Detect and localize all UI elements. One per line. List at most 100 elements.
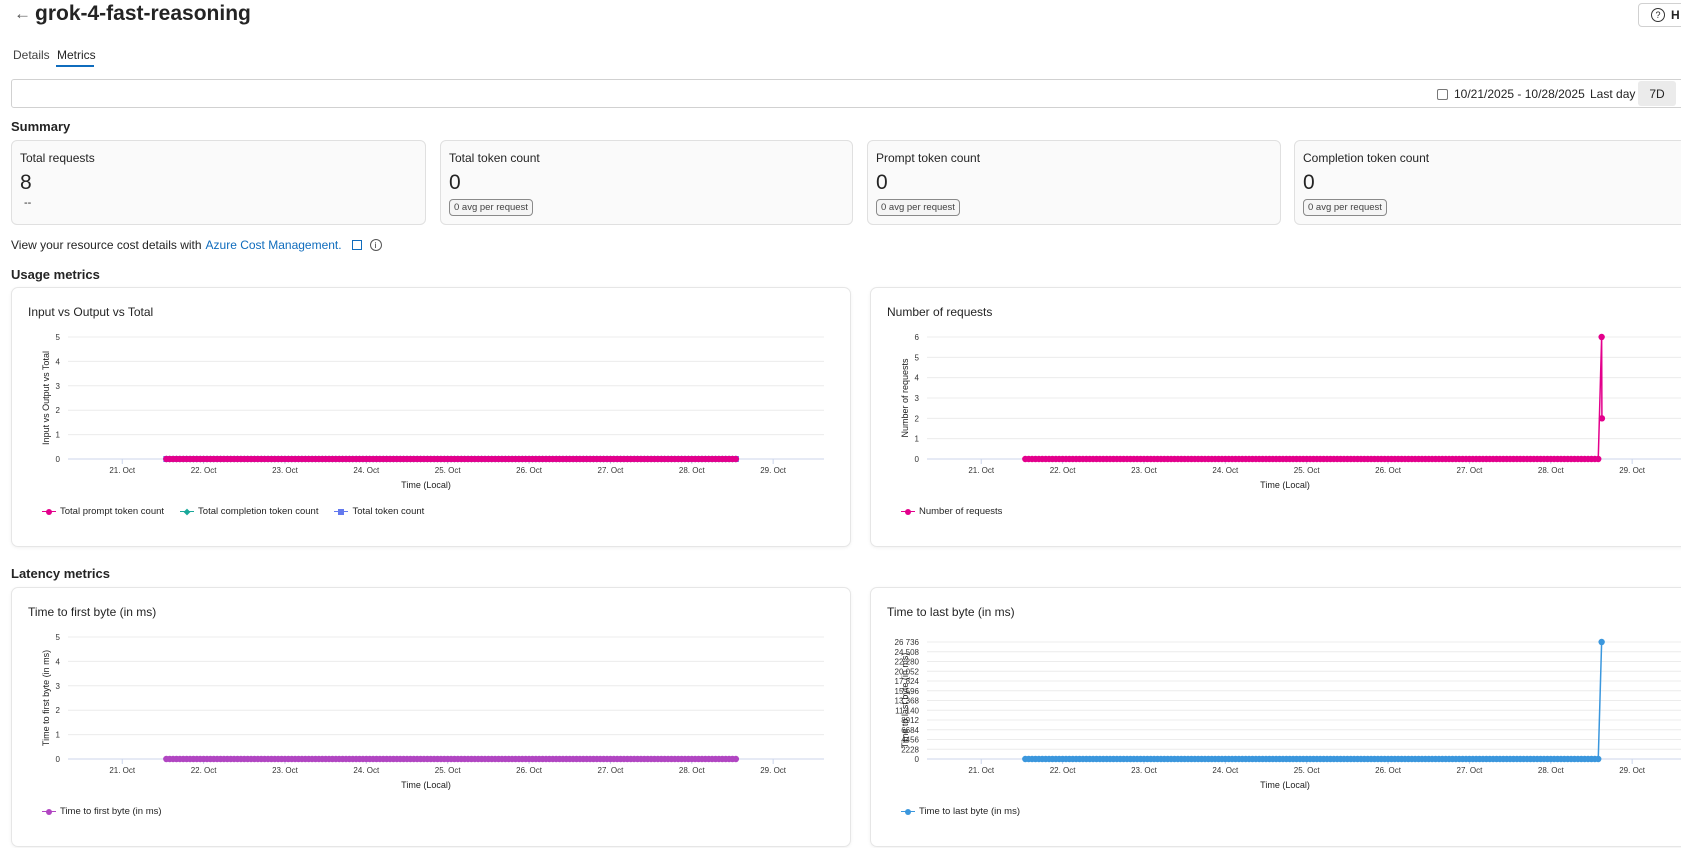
y-tick-label: 5 bbox=[915, 353, 920, 362]
legend-label: Number of requests bbox=[919, 506, 1003, 517]
x-tick-label: 28. Oct bbox=[1538, 766, 1565, 775]
y-tick-label: 1 bbox=[915, 435, 920, 444]
last-day-button[interactable]: Last day bbox=[1590, 87, 1635, 101]
help-label: H bbox=[1671, 8, 1680, 22]
legend-label: Time to first byte (in ms) bbox=[60, 806, 162, 817]
y-tick-label: 3 bbox=[56, 682, 61, 691]
card-label: Total token count bbox=[449, 151, 540, 165]
chart-card-number-of-requests: Number of requests 0 1 2 3 4 5 6 21. Oct 22. Oct 2… bbox=[870, 287, 1681, 547]
y-tick-label: 5 bbox=[56, 333, 61, 342]
back-arrow-icon[interactable]: ← bbox=[14, 4, 31, 24]
circle-marker-icon bbox=[42, 808, 56, 816]
data-point[interactable] bbox=[732, 455, 740, 463]
data-point[interactable] bbox=[1598, 415, 1606, 422]
chart-card-time-to-first-byte: Time to first byte (in ms) 0 1 2 3 4 5 21. Oct 2… bbox=[11, 587, 851, 847]
avg-badge: 0 avg per request bbox=[449, 199, 533, 216]
data-point[interactable] bbox=[1595, 755, 1602, 763]
data-point[interactable] bbox=[1595, 455, 1602, 463]
y-tick-label: 0 bbox=[56, 455, 61, 464]
avg-badge: 0 avg per request bbox=[876, 199, 960, 216]
series-time-to-first-byte-in-ms- bbox=[163, 755, 740, 763]
y-tick-label: 3 bbox=[56, 382, 61, 391]
x-axis-title: Time (Local) bbox=[401, 780, 451, 790]
page-title: grok-4-fast-reasoning bbox=[35, 2, 251, 25]
x-tick-label: 25. Oct bbox=[1294, 766, 1321, 775]
y-tick-label: 26 736 bbox=[895, 638, 920, 647]
y-tick-label: 4 bbox=[915, 374, 920, 383]
x-tick-label: 22. Oct bbox=[191, 766, 218, 775]
x-tick-label: 24. Oct bbox=[353, 766, 380, 775]
y-tick-label: 1 bbox=[56, 431, 61, 440]
help-button[interactable]: ? H bbox=[1638, 3, 1681, 27]
y-tick-label: 4 bbox=[56, 657, 61, 666]
y-tick-label: 0 bbox=[915, 455, 920, 464]
x-tick-label: 22. Oct bbox=[1050, 466, 1077, 475]
circle-marker-icon bbox=[901, 508, 915, 516]
seven-day-button[interactable]: 7D bbox=[1638, 81, 1676, 106]
x-tick-label: 26. Oct bbox=[1375, 766, 1402, 775]
external-link-icon[interactable] bbox=[351, 240, 362, 250]
x-tick-label: 24. Oct bbox=[1212, 466, 1239, 475]
x-tick-label: 25. Oct bbox=[1294, 466, 1321, 475]
x-tick-label: 24. Oct bbox=[353, 466, 380, 475]
legend-item[interactable]: Total token count bbox=[334, 506, 424, 517]
legend-item[interactable]: Time to first byte (in ms) bbox=[42, 806, 162, 817]
card-value: 0 bbox=[876, 171, 888, 194]
circle-marker-icon bbox=[901, 808, 915, 816]
chart-legend: Total prompt token count Total completion… bbox=[42, 506, 424, 517]
filter-bar bbox=[11, 79, 1681, 108]
x-axis-title: Time (Local) bbox=[401, 480, 451, 490]
date-range-text: 10/21/2025 - 10/28/2025 bbox=[1454, 87, 1585, 101]
summary-card-total-token-count: Total token count 0 0 avg per request bbox=[440, 140, 853, 225]
series-total-prompt-token-count bbox=[163, 455, 740, 463]
info-icon[interactable]: i bbox=[369, 239, 382, 251]
x-axis-title: Time (Local) bbox=[1260, 480, 1310, 490]
tab-details[interactable]: Details bbox=[13, 48, 50, 62]
cost-details-line: View your resource cost details with Azu… bbox=[11, 238, 382, 252]
x-tick-label: 21. Oct bbox=[968, 766, 995, 775]
x-tick-label: 26. Oct bbox=[516, 766, 543, 775]
legend-item[interactable]: Time to last byte (in ms) bbox=[901, 806, 1020, 817]
legend-label: Time to last byte (in ms) bbox=[919, 806, 1021, 817]
tab-metrics[interactable]: Metrics bbox=[57, 48, 96, 62]
x-tick-label: 23. Oct bbox=[272, 766, 299, 775]
data-point[interactable] bbox=[1598, 333, 1605, 341]
question-icon: ? bbox=[1651, 8, 1665, 22]
data-point[interactable] bbox=[732, 755, 740, 763]
avg-badge: 0 avg per request bbox=[1303, 199, 1387, 216]
data-point[interactable] bbox=[1598, 638, 1605, 646]
chart-card-time-to-last-byte: Time to last byte (in ms) 0 2228 4456 6684 89… bbox=[870, 587, 1681, 847]
date-range-picker[interactable]: 10/21/2025 - 10/28/2025 bbox=[1437, 87, 1585, 101]
x-axis-title: Time (Local) bbox=[1260, 780, 1310, 790]
legend-item[interactable]: Total completion token count bbox=[180, 506, 318, 517]
legend-label: Total completion token count bbox=[198, 506, 319, 517]
y-tick-label: 2 bbox=[56, 406, 61, 415]
x-tick-label: 29. Oct bbox=[760, 766, 787, 775]
card-label: Total requests bbox=[20, 151, 95, 165]
x-tick-label: 25. Oct bbox=[435, 766, 462, 775]
azure-cost-management-link[interactable]: Azure Cost Management. bbox=[206, 238, 342, 252]
legend-item[interactable]: Number of requests bbox=[901, 506, 1002, 517]
latency-metrics-heading: Latency metrics bbox=[11, 566, 110, 581]
legend-item[interactable]: Total prompt token count bbox=[42, 506, 164, 517]
y-tick-label: 3 bbox=[915, 394, 920, 403]
y-axis-title: Time to first byte (in ms) bbox=[41, 650, 51, 746]
active-tab-indicator bbox=[56, 65, 94, 67]
summary-card-completion-token-count: Completion token count 0 0 avg per reque… bbox=[1294, 140, 1681, 225]
x-tick-label: 24. Oct bbox=[1212, 766, 1239, 775]
y-tick-label: 4 bbox=[56, 357, 61, 366]
summary-card-prompt-token-count: Prompt token count 0 0 avg per request bbox=[867, 140, 1281, 225]
x-tick-label: 23. Oct bbox=[1131, 466, 1158, 475]
card-label: Prompt token count bbox=[876, 151, 981, 165]
chart-legend: Number of requests bbox=[901, 506, 1002, 517]
x-tick-label: 25. Oct bbox=[435, 466, 462, 475]
x-tick-label: 27. Oct bbox=[1457, 766, 1484, 775]
y-axis-title: Number of requests bbox=[900, 358, 910, 438]
summary-card-total-requests: Total requests 8 -- bbox=[11, 140, 426, 225]
x-tick-label: 29. Oct bbox=[1619, 766, 1646, 775]
y-tick-label: 0 bbox=[56, 755, 61, 764]
y-axis-title: Time to last byte (in ms) bbox=[900, 653, 910, 749]
chart-legend: Time to first byte (in ms) bbox=[42, 806, 162, 817]
y-tick-label: 2 bbox=[915, 414, 920, 423]
legend-label: Total prompt token count bbox=[60, 506, 165, 517]
